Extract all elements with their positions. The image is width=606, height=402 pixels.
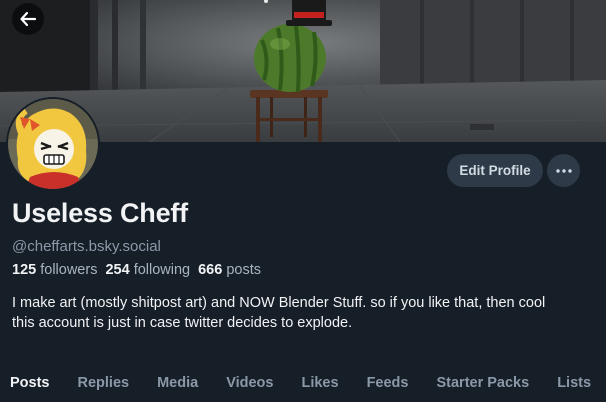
- profile-page: Edit Profile Useless Cheff @cheffarts.bs…: [0, 0, 606, 402]
- more-options-button[interactable]: [547, 154, 580, 187]
- avatar[interactable]: [6, 97, 100, 191]
- tab-starter-packs[interactable]: Starter Packs: [422, 372, 543, 402]
- display-name: Useless Cheff: [12, 198, 188, 228]
- tab-media[interactable]: Media: [143, 372, 212, 402]
- profile-stats: 125 followers 254 following 666 posts: [12, 262, 269, 278]
- tab-lists[interactable]: Lists: [543, 372, 605, 402]
- back-button[interactable]: [12, 3, 44, 35]
- profile-handle: @cheffarts.bsky.social: [12, 238, 161, 255]
- posts-count: 666: [198, 262, 223, 278]
- tab-videos[interactable]: Videos: [212, 372, 287, 402]
- following-label: following: [133, 262, 191, 278]
- following-count: 254: [105, 262, 130, 278]
- posts-stat: 666 posts: [198, 262, 261, 278]
- avatar-image: [8, 99, 98, 189]
- tab-posts[interactable]: Posts: [0, 372, 64, 402]
- tab-feeds[interactable]: Feeds: [353, 372, 423, 402]
- profile-tabs: Posts Replies Media Videos Likes Feeds S…: [0, 372, 605, 402]
- bio-line: I make art (mostly shitpost art) and NOW…: [12, 295, 546, 311]
- edit-profile-button[interactable]: Edit Profile: [447, 154, 543, 187]
- profile-bio: I make art (mostly shitpost art) and NOW…: [12, 294, 597, 333]
- followers-count: 125: [12, 262, 37, 278]
- followers-stat[interactable]: 125 followers: [12, 262, 97, 278]
- posts-label: posts: [226, 262, 262, 278]
- tab-replies[interactable]: Replies: [64, 372, 144, 402]
- bio-line: this account is just in case twitter dec…: [12, 314, 353, 331]
- edit-profile-label: Edit Profile: [459, 163, 531, 178]
- following-stat[interactable]: 254 following: [105, 262, 190, 278]
- arrow-left-icon: [20, 11, 37, 27]
- tab-likes[interactable]: Likes: [287, 372, 352, 402]
- ellipsis-icon: [555, 168, 572, 173]
- followers-label: followers: [40, 262, 98, 278]
